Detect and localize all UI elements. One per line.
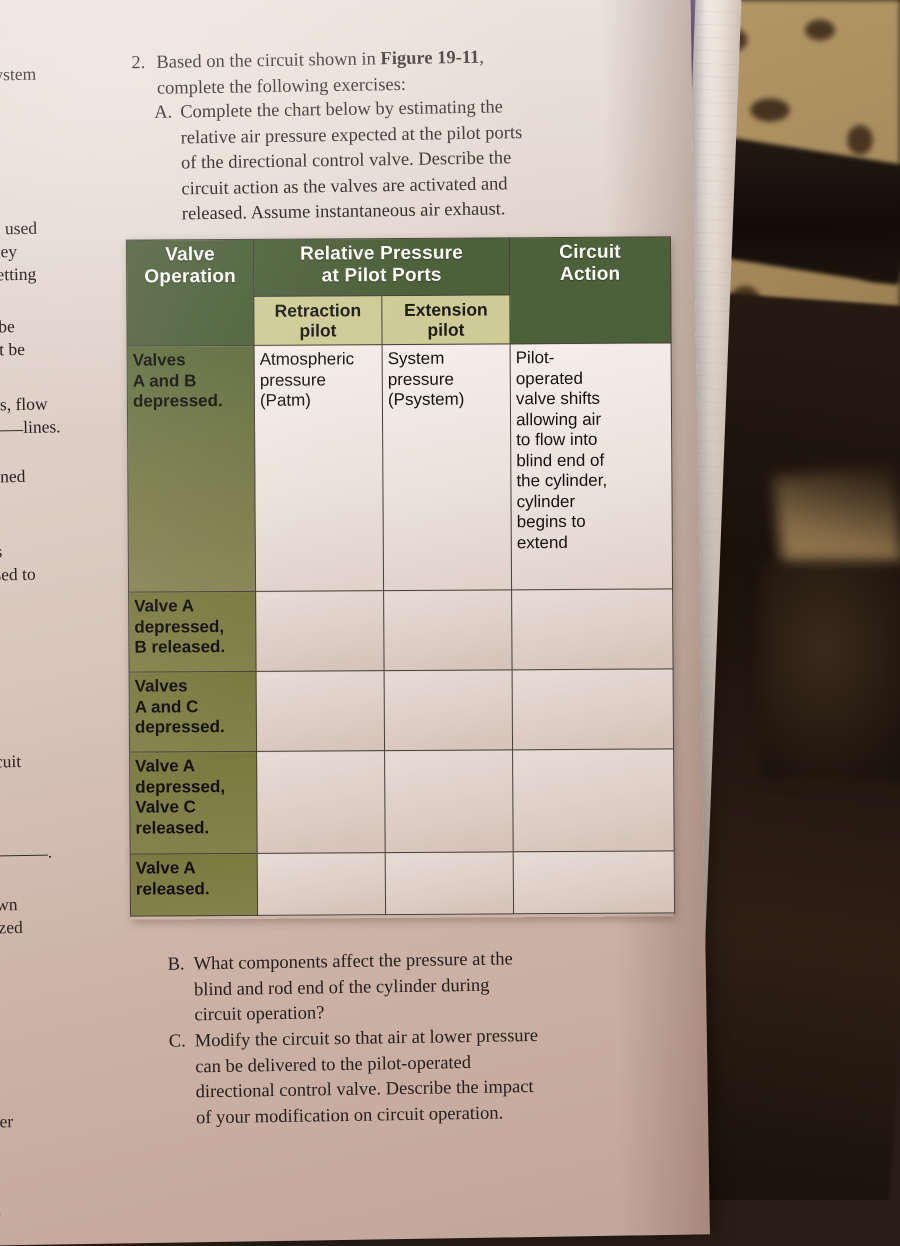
cell-extension-4[interactable] (384, 749, 514, 853)
dark-shadow-blob (760, 560, 900, 780)
question-part-a: A. Complete the chart below by estimatin… (154, 93, 636, 228)
part-b-body: What components affect the pressure at t… (193, 945, 668, 1029)
cutoff-line-5: can be (0, 316, 15, 337)
cell-action-1: Pilot-operated valve shifts allowing air to… (510, 342, 673, 590)
cell-operation-1: Valves A and Bdepressed. (127, 345, 256, 593)
cutoff-line-8-text: lines. (23, 416, 61, 437)
cutoff-line-8: lines. (0, 415, 61, 439)
chart-table-body: Valves A and Bdepressed. Atmospheric press… (127, 342, 675, 917)
part-c-body: Modify the circuit so that air at lower … (195, 1022, 691, 1132)
cell-action-5[interactable] (513, 850, 675, 914)
cell-retraction-3[interactable] (256, 670, 385, 752)
figure-reference: Figure 19-11 (380, 47, 480, 70)
stem-comma: , (479, 47, 485, 68)
chart-table: Valve Operation Relative Pressure at Pil… (126, 236, 675, 917)
header-extension-line2: pilot (427, 319, 465, 340)
cell-operation-4: Valve Adepressed, Valve Creleased. (129, 751, 258, 855)
header-retraction-line1: Retraction (274, 300, 362, 321)
fill-in-blank-rule (0, 429, 24, 432)
chart-table-head: Valve Operation Relative Pressure at Pil… (126, 236, 672, 347)
header-extension-line1: Extension (403, 299, 488, 320)
cutoff-line-15-text: . (47, 841, 53, 862)
cell-retraction-2[interactable] (255, 590, 385, 672)
cell-retraction-5[interactable] (257, 852, 386, 916)
cutoff-line-2: s are used (0, 217, 38, 239)
cutoff-line-3: it, they (0, 241, 18, 262)
cell-operation-5: Valve Areleased. (130, 853, 258, 917)
question-2-stem: 2. Based on the circuit shown in Figure … (131, 43, 632, 102)
cutoff-line-21: ou (0, 1197, 1, 1220)
question-stem-body: Based on the circuit shown in Figure 19-… (156, 43, 632, 101)
cell-operation-2: Valve Adepressed, B released. (128, 591, 257, 673)
header-circuit-action-line2: Action (559, 263, 621, 286)
table-row: Valves A and Cdepressed. (129, 668, 674, 753)
cell-retraction-1: Atmospheric pressure (Patm) (254, 344, 384, 592)
cell-extension-2[interactable] (383, 589, 513, 671)
stem-line-1-text: Based on the circuit shown in (156, 49, 381, 73)
cell-operation-3: Valves A and Cdepressed. (129, 671, 257, 753)
cell-action-3[interactable] (512, 668, 674, 750)
header-retraction-pilot: Retraction pilot (253, 295, 383, 346)
cell-action-2[interactable] (511, 588, 674, 670)
part-b-letter: B. (167, 954, 185, 975)
chart-group-header-row: Valve Operation Relative Pressure at Pil… (126, 236, 672, 347)
cell-extension-3[interactable] (384, 669, 513, 751)
header-circuit-action-line1: Circuit (559, 241, 621, 264)
cutoff-line-6: must be (0, 338, 26, 360)
cutoff-line-11: ions (0, 541, 3, 562)
cutoff-line-17: urized (0, 917, 23, 938)
cutoff-line-15: . (0, 841, 52, 865)
cell-extension-1: System pressure (Psystem) (382, 343, 512, 591)
cutoff-line-19: nder (0, 1111, 14, 1132)
table-row: Valve Areleased. (130, 850, 675, 917)
header-valve-operation-line2: Operation (144, 265, 236, 288)
part-c-letter: C. (168, 1031, 186, 1052)
question-part-b: B. What components affect the pressure a… (167, 945, 668, 1029)
cutoff-line-4: he setting (0, 263, 37, 285)
cell-extension-5[interactable] (385, 851, 514, 915)
cell-action-4[interactable] (512, 748, 675, 852)
fill-in-blank-rule-2 (0, 854, 48, 857)
header-valve-operation: Valve Operation (126, 239, 255, 347)
cutoff-line-12: e used to (0, 563, 36, 585)
cutoff-line-7: alves, flow (0, 393, 48, 415)
header-valve-operation-line1: Valve (165, 244, 215, 266)
cutoff-line-9: esigned (0, 465, 26, 487)
table-row: Valve Adepressed, Valve Creleased. (129, 748, 675, 855)
table-row: Valves A and Bdepressed. Atmospheric press… (127, 342, 673, 593)
part-a-letter: A. (154, 102, 173, 123)
cutoff-line-20: it? (0, 1165, 1, 1188)
part-a-body: Complete the chart below by estimating t… (180, 93, 636, 228)
cutoff-line-1: tic system (0, 63, 37, 85)
header-circuit-action: Circuit Action (509, 236, 672, 344)
header-relative-pressure-group: Relative Pressure at Pilot Ports (253, 237, 510, 297)
group-header-line2: at Pilot Ports (321, 264, 442, 287)
relative-pressure-chart: Valve Operation Relative Pressure at Pil… (125, 236, 675, 920)
cutoff-line-13: circuit (0, 751, 22, 772)
question-number: 2. (131, 52, 146, 74)
header-retraction-line2: pilot (299, 320, 337, 341)
question-part-c: C. Modify the circuit so that air at low… (169, 1022, 691, 1132)
table-row: Valve Adepressed, B released. (128, 588, 674, 673)
cutoff-line-16: down (0, 894, 18, 915)
header-extension-pilot: Extension pilot (381, 294, 511, 345)
group-header-line1: Relative Pressure (300, 242, 464, 265)
cell-retraction-4[interactable] (256, 750, 386, 854)
